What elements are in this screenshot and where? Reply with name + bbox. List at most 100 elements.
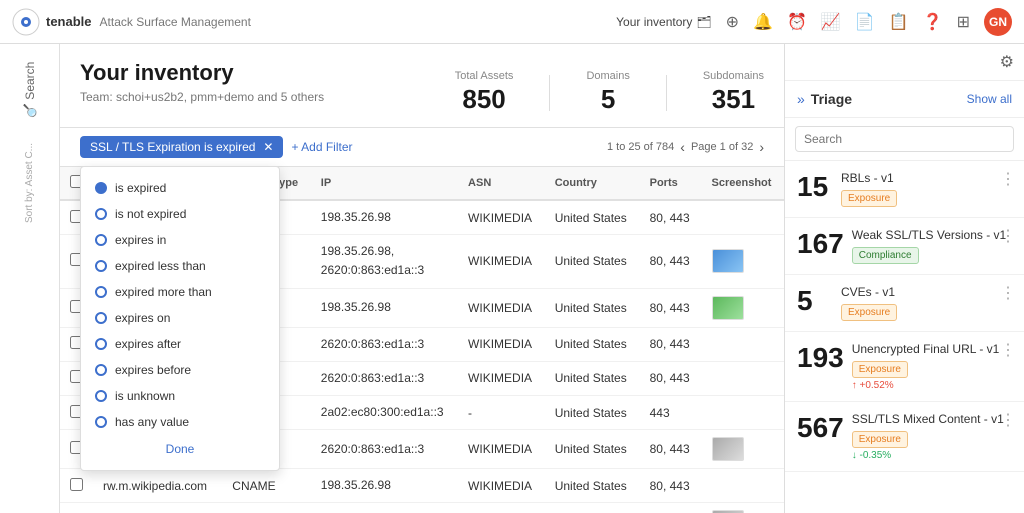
doc2-icon[interactable]: 📋 [889, 12, 909, 32]
radio-is-unknown [95, 390, 107, 402]
triage-item[interactable]: 167 Weak SSL/TLS Versions - v1 Complianc… [785, 218, 1024, 275]
search-sidebar[interactable]: 🔍 Search [23, 62, 37, 119]
cell-check [60, 469, 93, 503]
settings-icon[interactable]: ⚙ [1000, 52, 1014, 72]
triage-menu-icon[interactable]: ⋮ [1000, 226, 1016, 246]
logo-product: Attack Surface Management [100, 15, 251, 29]
triage-menu-icon[interactable]: ⋮ [1000, 340, 1016, 360]
screenshot-thumb [712, 249, 744, 273]
triage-search-input[interactable] [795, 126, 1014, 152]
col-screenshot: Screenshot [702, 167, 784, 200]
add-filter-button[interactable]: + Add Filter [291, 140, 352, 154]
done-button[interactable]: Done [166, 442, 195, 456]
dropdown-label-1: is not expired [115, 207, 186, 221]
filter-chip-ssl[interactable]: SSL / TLS Expiration is expired ✕ [80, 136, 283, 158]
logo[interactable]: tenable Attack Surface Management [12, 8, 251, 36]
cell-country: United States [545, 469, 640, 503]
triage-menu-icon[interactable]: ⋮ [1000, 169, 1016, 189]
triage-item-info: RBLs - v1 Exposure [841, 171, 1012, 207]
cell-ports: 80, 443 [640, 327, 702, 361]
topnav-left: tenable Attack Surface Management [12, 8, 251, 36]
bell-icon[interactable]: 🔔 [753, 12, 773, 32]
triage-delta: ↓ -0.35% [852, 450, 1012, 461]
dropdown-option-9[interactable]: has any value [81, 409, 279, 435]
cell-country: United States [545, 430, 640, 469]
stat-total-assets-value: 850 [455, 84, 514, 115]
triage-badge: Exposure [841, 190, 897, 207]
cell-asn: WIKIMEDIA [458, 503, 545, 513]
doc-icon[interactable]: 📄 [855, 12, 875, 32]
page-title: Your inventory [80, 60, 324, 86]
dropdown-label-5: expires on [115, 311, 170, 325]
triage-badge: Compliance [852, 247, 919, 264]
main-content: Your inventory Team: schoi+us2b2, pmm+de… [60, 44, 784, 513]
triage-menu-icon[interactable]: ⋮ [1000, 410, 1016, 430]
triage-count: 167 [797, 228, 844, 260]
cell-ports: 80, 443 [640, 361, 702, 395]
user-avatar[interactable]: GN [984, 8, 1012, 36]
cell-country: United States [545, 395, 640, 429]
cell-ports: 80, 443 [640, 469, 702, 503]
triage-count: 5 [797, 285, 833, 317]
show-all-link[interactable]: Show all [967, 92, 1012, 106]
sort-label[interactable]: Sort by: Asset C... [24, 143, 35, 223]
triage-item-top: 567 SSL/TLS Mixed Content - v1 Exposure … [797, 412, 1012, 461]
cell-ports: 80, 443 [640, 288, 702, 327]
triage-item-info: Weak SSL/TLS Versions - v1 Compliance [852, 228, 1012, 264]
next-page-button[interactable]: › [759, 139, 764, 155]
dropdown-option-0[interactable]: is expired [81, 175, 279, 201]
triage-item-name: SSL/TLS Mixed Content - v1 [852, 412, 1012, 426]
cell-country: United States [545, 503, 640, 513]
dropdown-option-1[interactable]: is not expired [81, 201, 279, 227]
dropdown-label-3: expired less than [115, 259, 206, 273]
cell-screenshot [702, 327, 784, 361]
cell-asn: WIKIMEDIA [458, 430, 545, 469]
stats-row: Total Assets 850 Domains 5 Subdomains 35… [455, 70, 764, 115]
dropdown-option-3[interactable]: expired less than [81, 253, 279, 279]
stat-total-assets: Total Assets 850 [455, 70, 514, 115]
triage-item-name: Unencrypted Final URL - v1 [852, 342, 1012, 356]
dropdown-option-4[interactable]: expired more than [81, 279, 279, 305]
triage-item[interactable]: 5 CVEs - v1 Exposure ⋮ [785, 275, 1024, 332]
cell-asn: - [458, 395, 545, 429]
stat-domains-value: 5 [586, 84, 629, 115]
chart-icon[interactable]: 📈 [821, 12, 841, 32]
clock-icon[interactable]: ⏰ [787, 12, 807, 32]
main-layout: 🔍 Search Sort by: Asset C... Your invent… [0, 44, 1024, 513]
triage-item[interactable]: 193 Unencrypted Final URL - v1 Exposure … [785, 332, 1024, 402]
help-icon[interactable]: ❓ [923, 12, 943, 32]
cell-record-type: CNAME [222, 503, 311, 513]
search-label: Search [23, 62, 37, 100]
stat-domains-label: Domains [586, 70, 629, 82]
triage-item[interactable]: 567 SSL/TLS Mixed Content - v1 Exposure … [785, 402, 1024, 472]
dropdown-option-6[interactable]: expires after [81, 331, 279, 357]
triage-item[interactable]: 15 RBLs - v1 Exposure ⋮ [785, 161, 1024, 218]
dropdown-option-2[interactable]: expires in [81, 227, 279, 253]
radio-expires-on [95, 312, 107, 324]
dropdown-label-9: has any value [115, 415, 189, 429]
cell-screenshot [702, 395, 784, 429]
cell-ip: 2620:0:863:ed1a::3 [311, 327, 458, 361]
inventory-nav[interactable]: Your inventory 🗂 [616, 15, 712, 29]
dropdown-option-5[interactable]: expires on [81, 305, 279, 331]
row-checkbox[interactable] [70, 478, 83, 491]
triage-menu-icon[interactable]: ⋮ [1000, 283, 1016, 303]
prev-page-button[interactable]: ‹ [680, 139, 685, 155]
cell-ports: 80, 443 [640, 200, 702, 235]
dropdown-option-7[interactable]: expires before [81, 357, 279, 383]
triage-item-name: RBLs - v1 [841, 171, 1012, 185]
topnav-right: Your inventory 🗂 ⊕ 🔔 ⏰ 📈 📄 📋 ❓ ⊞ GN [616, 8, 1012, 36]
topnav: tenable Attack Surface Management Your i… [0, 0, 1024, 44]
cell-ports: 80, 443 [640, 503, 702, 513]
cell-ip: 198.35.26.98 [311, 469, 458, 503]
add-icon[interactable]: ⊕ [726, 12, 739, 32]
dropdown-label-6: expires after [115, 337, 181, 351]
dropdown-option-8[interactable]: is unknown [81, 383, 279, 409]
grid-icon[interactable]: ⊞ [957, 12, 970, 32]
page-header: Your inventory Team: schoi+us2b2, pmm+de… [60, 44, 784, 128]
inventory-icon: 🗂 [696, 15, 711, 29]
stat-subdomains-label: Subdomains [703, 70, 764, 82]
triage-item-info: Unencrypted Final URL - v1 Exposure ↑ +0… [852, 342, 1012, 391]
col-country: Country [545, 167, 640, 200]
cell-screenshot [702, 503, 784, 513]
